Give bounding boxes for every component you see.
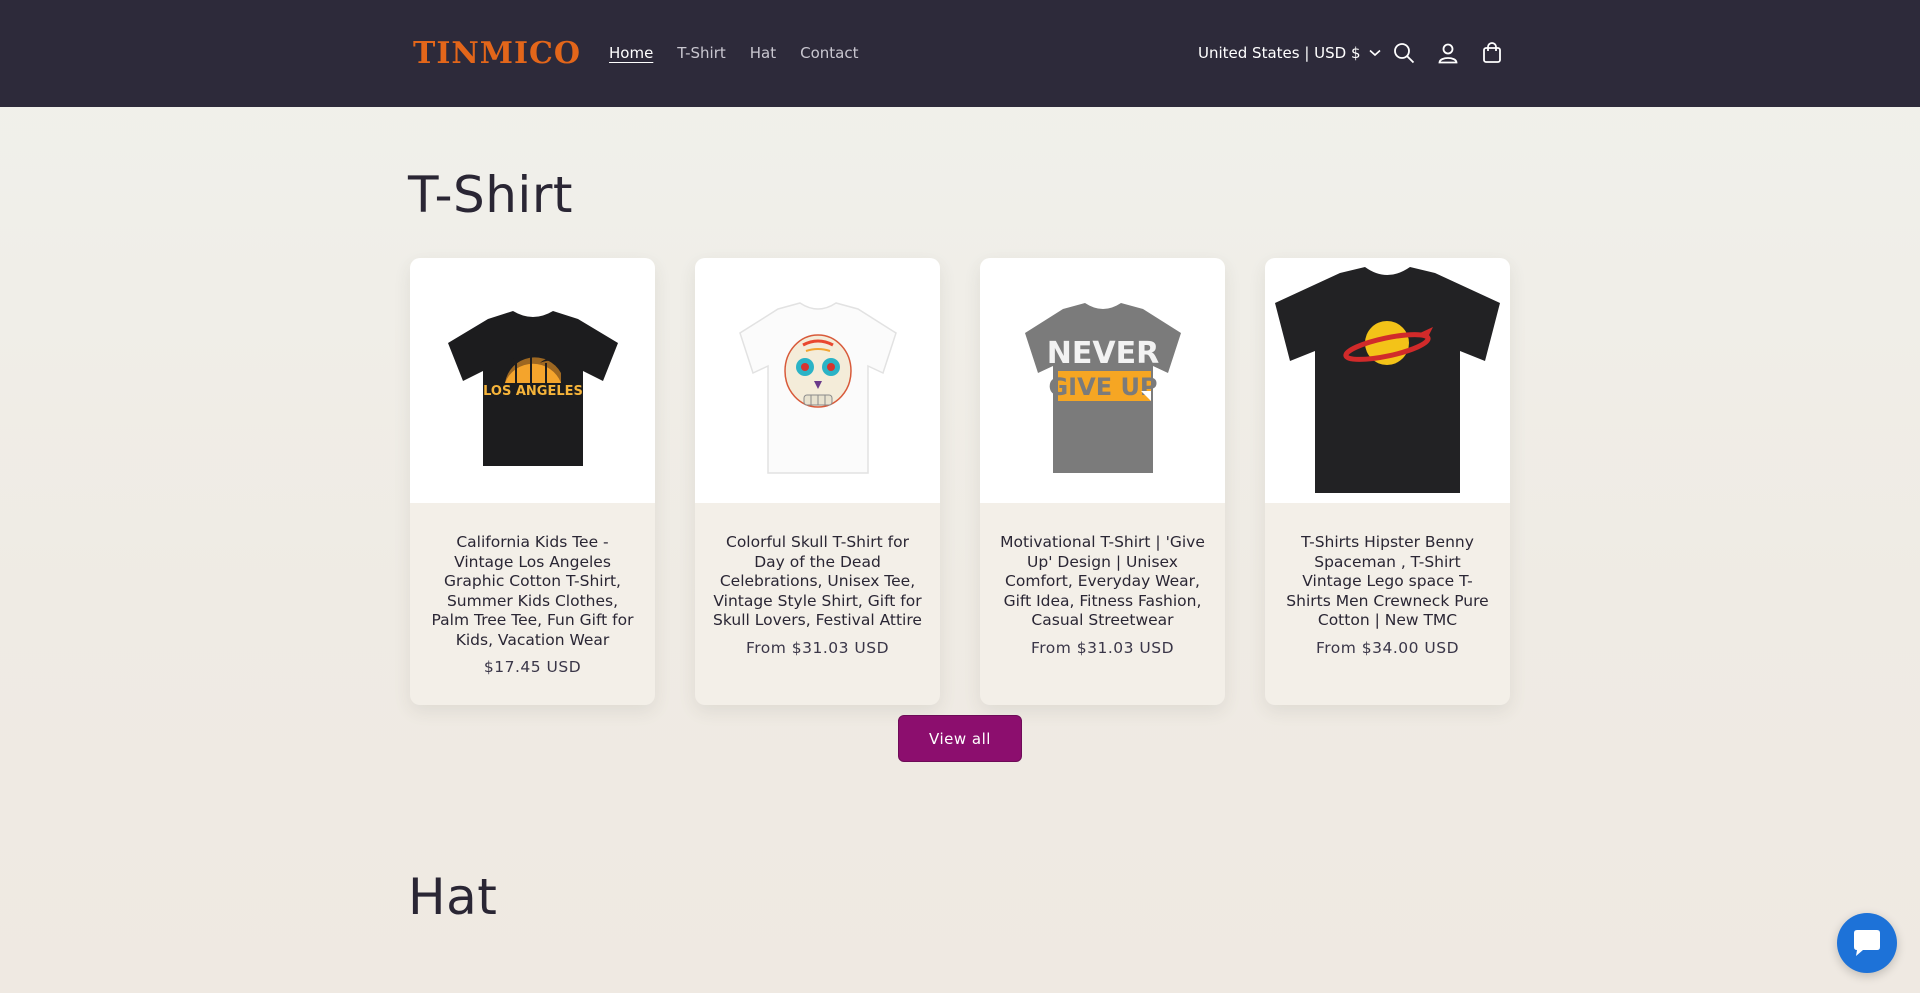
spaceman-tshirt-graphic [1275,267,1500,493]
product-card[interactable]: NEVER GIVE UP Motivational T-Shirt | 'Gi… [980,258,1225,705]
country-currency-selector[interactable]: United States | USD $ [1198,44,1381,62]
product-card[interactable]: Colorful Skull T-Shirt for Day of the De… [695,258,940,705]
la-shirt-text: LOS ANGELES [483,384,583,399]
site-logo[interactable]: TINMICO [413,36,581,71]
product-price: From $31.03 USD [1030,638,1175,657]
search-icon[interactable] [1393,42,1415,64]
product-title[interactable]: Colorful Skull T-Shirt for Day of the De… [713,533,922,631]
view-all-button[interactable]: View all [898,715,1022,762]
never-shirt-text: NEVER [1046,336,1158,371]
account-icon[interactable] [1437,42,1459,64]
la-tshirt-graphic: LOS ANGELES [447,310,618,466]
nav-hat[interactable]: Hat [750,44,776,62]
nav-home[interactable]: Home [609,44,653,62]
site-header: TINMICO Home T-Shirt Hat Contact United … [0,0,1920,107]
product-price: From $31.03 USD [745,638,890,657]
product-title[interactable]: Motivational T-Shirt | 'Give Up' Design … [998,533,1207,631]
product-image: LOS ANGELES [410,258,655,503]
give-up-shirt-text: GIVE UP [1048,373,1157,401]
chevron-down-icon [1368,49,1381,57]
skull-tshirt-graphic [738,301,897,474]
product-card[interactable]: LOS ANGELES California Kids Tee - Vintag… [410,258,655,705]
main-nav: Home T-Shirt Hat Contact [609,44,858,62]
product-price: $17.45 USD [483,658,582,676]
product-image [695,258,940,503]
nav-t-shirt[interactable]: T-Shirt [677,44,725,62]
nav-contact[interactable]: Contact [800,44,858,62]
product-image [1265,258,1510,503]
chat-button[interactable] [1837,913,1897,973]
chat-bubble-icon [1854,930,1880,956]
product-card[interactable]: T-Shirts Hipster Benny Spaceman , T-Shir… [1265,258,1510,705]
section-title-t-shirt: T-Shirt [408,166,573,224]
product-title[interactable]: T-Shirts Hipster Benny Spaceman , T-Shir… [1283,533,1492,631]
product-title[interactable]: California Kids Tee - Vintage Los Angele… [428,533,637,650]
product-image: NEVER GIVE UP [980,258,1225,503]
cart-icon[interactable] [1481,42,1503,64]
never-give-up-tshirt-graphic: NEVER GIVE UP [1024,302,1181,473]
currency-label: United States | USD $ [1198,44,1361,62]
product-price: From $34.00 USD [1315,638,1460,657]
section-title-hat: Hat [408,868,498,926]
